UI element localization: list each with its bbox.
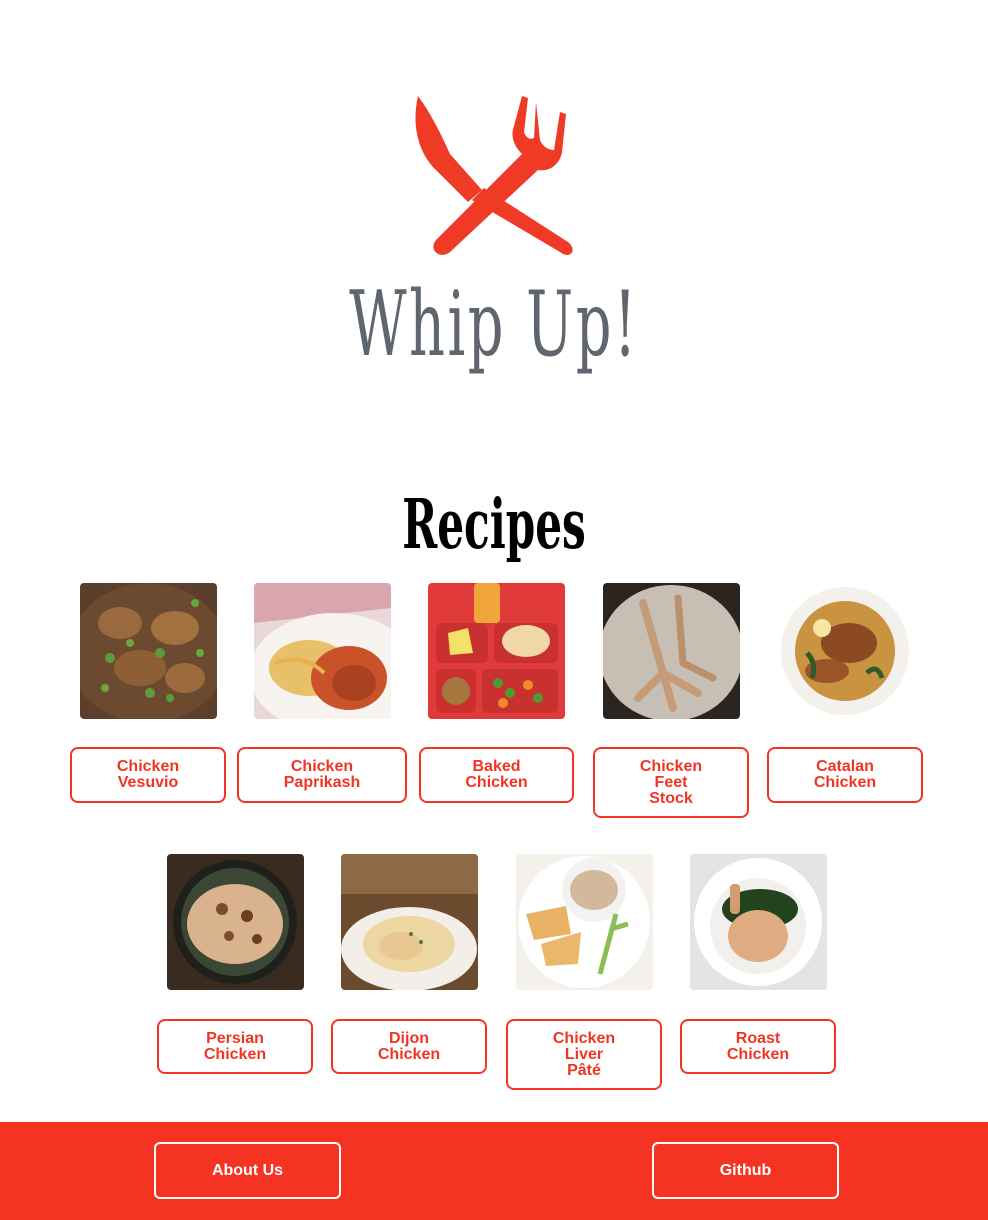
recipe-image-chicken-liver-pate[interactable] — [516, 854, 653, 990]
recipe-button-roast-chicken[interactable]: Roast Chicken — [680, 1019, 836, 1074]
footer: About Us Github — [0, 1122, 988, 1220]
recipe-button-chicken-feet-stock[interactable]: Chicken Feet Stock — [593, 747, 749, 818]
recipe-button-dijon-chicken[interactable]: Dijon Chicken — [331, 1019, 487, 1074]
recipe-image-roast-chicken[interactable] — [690, 854, 827, 990]
recipe-image-persian-chicken[interactable] — [167, 854, 304, 990]
recipes-heading: Recipes — [402, 485, 586, 565]
recipe-image-chicken-paprikash[interactable] — [254, 583, 391, 719]
recipe-button-chicken-vesuvio[interactable]: Chicken Vesuvio — [70, 747, 226, 803]
knife-fork-icon — [415, 96, 573, 255]
recipe-image-dijon-chicken[interactable] — [341, 854, 478, 990]
recipe-button-chicken-paprikash[interactable]: Chicken Paprikash — [237, 747, 407, 803]
recipe-button-chicken-liver-pate[interactable]: Chicken Liver Pâté — [506, 1019, 662, 1090]
recipe-image-catalan-chicken[interactable] — [777, 583, 914, 719]
logo: Whip Up! — [0, 0, 988, 420]
recipe-image-chicken-feet-stock[interactable] — [603, 583, 740, 719]
about-us-button[interactable]: About Us — [154, 1142, 341, 1199]
recipe-image-chicken-vesuvio[interactable] — [80, 583, 217, 719]
recipe-button-persian-chicken[interactable]: Persian Chicken — [157, 1019, 313, 1074]
recipe-image-baked-chicken[interactable] — [428, 583, 565, 719]
github-button[interactable]: Github — [652, 1142, 839, 1199]
recipe-button-catalan-chicken[interactable]: Catalan Chicken — [767, 747, 923, 803]
brand-name: Whip Up! — [349, 272, 639, 377]
recipe-button-baked-chicken[interactable]: Baked Chicken — [419, 747, 574, 803]
